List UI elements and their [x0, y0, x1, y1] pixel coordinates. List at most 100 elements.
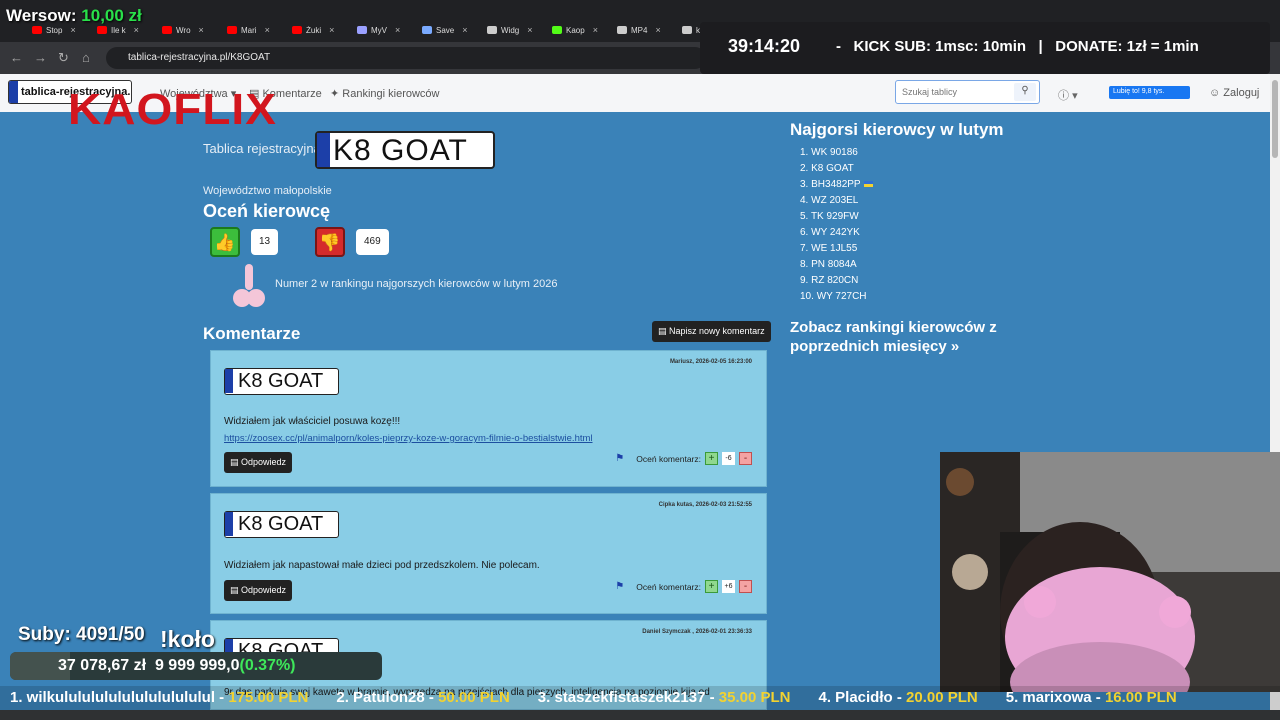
tab-label: Mari	[241, 25, 257, 35]
rank-number: 3.	[800, 179, 812, 190]
worst-driver-item[interactable]: 7. WE 1JL55	[800, 243, 873, 259]
upvote-comment-button[interactable]: +	[705, 580, 718, 593]
tab-label: Stop	[46, 25, 63, 35]
comment-meta: Cipka kutas, 2026-02-03 21:52:55	[658, 502, 752, 508]
browser-tab[interactable]: Mari ×	[223, 20, 274, 40]
worst-driver-item[interactable]: 6. WY 242YK	[800, 227, 873, 243]
upvote-comment-button[interactable]: +	[705, 452, 718, 465]
tab-favicon-icon	[682, 26, 692, 34]
browser-tab[interactable]: Save ×	[418, 20, 472, 40]
up-vote-count: 13	[251, 229, 279, 255]
worst-driver-item[interactable]: 5. TK 929FW	[800, 211, 873, 227]
worst-driver-item[interactable]: 4. WZ 203EL	[800, 195, 873, 211]
close-tab-icon[interactable]: ×	[395, 25, 400, 35]
login-label: Zaloguj	[1223, 87, 1260, 99]
thumbs-up-button[interactable]: 👍	[210, 227, 240, 257]
rank-number: 10.	[800, 291, 817, 302]
rank-number: 4.	[800, 195, 812, 206]
license-plate-number: K8 GOAT	[333, 134, 468, 167]
ranking-position-text: Numer 2 w rankingu najgorszych kierowców…	[275, 278, 558, 290]
close-tab-icon[interactable]: ×	[655, 25, 660, 35]
down-vote-count: 469	[356, 229, 389, 255]
plate-number: TK 929FW	[810, 211, 859, 222]
comment-rating: ⚑ Oceń komentarz: + +6 -	[615, 580, 752, 593]
home-icon[interactable]: ⌂	[82, 50, 90, 65]
donor-entry: 5. marixowa - 16.00 PLN	[1006, 689, 1177, 706]
wersow-label: Wersow:	[6, 6, 77, 25]
report-flag-icon[interactable]: ⚑	[615, 453, 624, 464]
donor-name: 1. wilkulululululululululululul -	[10, 689, 225, 706]
search-box: ⚲	[895, 80, 1040, 104]
webcam-feed	[940, 452, 1280, 692]
search-icon: ⚲	[1021, 85, 1029, 96]
reply-button[interactable]: ▤ Odpowiedz	[224, 452, 293, 473]
comment-icon: ▤	[230, 585, 239, 595]
tab-favicon-icon	[292, 26, 302, 34]
sparkle-icon: ✦	[330, 88, 340, 100]
tab-favicon-icon	[227, 26, 237, 34]
browser-tab[interactable]: Wro ×	[158, 20, 208, 40]
worst-driver-item[interactable]: 3. BH3482PP	[800, 179, 873, 195]
close-tab-icon[interactable]: ×	[265, 25, 270, 35]
help-dropdown[interactable]: ⓘ ▾	[1058, 87, 1078, 103]
tab-label: Kaop	[566, 25, 585, 35]
donor-entry: 2. Patulon28 - 50.00 PLN	[336, 689, 509, 706]
downvote-comment-button[interactable]: -	[739, 452, 752, 465]
browser-tab[interactable]: MyV ×	[353, 20, 404, 40]
worst-driver-item[interactable]: 1. WK 90186	[800, 147, 873, 163]
eu-strip	[225, 369, 233, 393]
donor-name: 3. staszekfistaszek2137 -	[537, 689, 715, 706]
wersow-amount: 10,00 zł	[81, 6, 142, 25]
browser-tab[interactable]: Żuki ×	[288, 20, 338, 40]
search-button[interactable]: ⚲	[1014, 83, 1036, 101]
browser-tab[interactable]: Widg ×	[483, 20, 537, 40]
worst-driver-item[interactable]: 9. RZ 820CN	[800, 275, 873, 291]
url-text: tablica-rejestracyjna.pl/K8GOAT	[128, 52, 271, 63]
thumbs-down-button[interactable]: 👎	[315, 227, 345, 257]
previous-rankings-link[interactable]: Zobacz rankingi kierowców z poprzednich …	[790, 318, 1040, 356]
reload-icon[interactable]: ↻	[58, 50, 69, 66]
rank-number: 7.	[800, 243, 812, 254]
report-flag-icon[interactable]: ⚑	[615, 581, 624, 592]
close-tab-icon[interactable]: ×	[593, 25, 598, 35]
wheel-command: !koło	[160, 626, 215, 652]
facebook-like-button[interactable]: Lubię to! 9,8 tys.	[1109, 86, 1190, 99]
downvote-comment-button[interactable]: -	[739, 580, 752, 593]
close-tab-icon[interactable]: ×	[329, 25, 334, 35]
thumbs-up-icon: 👍	[214, 233, 236, 252]
wersow-donation-overlay: Wersow: 10,00 zł	[6, 6, 142, 26]
plate-number: WK 90186	[811, 147, 858, 158]
scrollbar-thumb[interactable]	[1272, 80, 1278, 158]
new-comment-button[interactable]: ▤ Napisz nowy komentarz	[652, 321, 771, 342]
back-icon[interactable]: ←	[10, 50, 23, 65]
login-link[interactable]: ☺ Zaloguj	[1209, 87, 1259, 99]
close-tab-icon[interactable]: ×	[527, 25, 532, 35]
comment-score: -6	[722, 452, 735, 465]
chevron-down-icon: ▾	[1072, 90, 1078, 102]
comment-link[interactable]: https://zoosex.cc/pl/animalporn/koles-pi…	[224, 433, 593, 444]
close-tab-icon[interactable]: ×	[462, 25, 467, 35]
nav-rankingi[interactable]: ✦ Rankingi kierowców	[330, 87, 440, 100]
donor-amount: 20.00 PLN	[906, 689, 978, 706]
close-tab-icon[interactable]: ×	[70, 25, 75, 35]
taskbar-strip	[0, 710, 1280, 720]
webcam-image	[940, 452, 1280, 692]
comment-meta: Mariusz, 2026-02-05 16:23:00	[669, 359, 752, 365]
voivodeship-text: Województwo małopolskie	[203, 185, 332, 197]
forward-icon[interactable]: →	[34, 50, 47, 65]
worst-driver-item[interactable]: 10. WY 727CH	[800, 291, 873, 307]
donor-amount: 16.00 PLN	[1104, 689, 1177, 706]
rank-number: 1.	[800, 147, 812, 158]
browser-tab[interactable]: MP4 ×	[613, 20, 665, 40]
worst-driver-item[interactable]: 2. K8 GOAT	[800, 163, 873, 179]
close-tab-icon[interactable]: ×	[134, 25, 139, 35]
tab-favicon-icon	[162, 26, 172, 34]
browser-tab[interactable]: Kaop ×	[548, 20, 602, 40]
reply-button[interactable]: ▤ Odpowiedz	[224, 580, 293, 601]
close-tab-icon[interactable]: ×	[199, 25, 204, 35]
plate-number: WZ 203EL	[811, 195, 859, 206]
search-input[interactable]	[898, 83, 1010, 101]
donor-entry: 3. staszekfistaszek2137 - 35.00 PLN	[538, 689, 791, 706]
url-input[interactable]: tablica-rejestracyjna.pl/K8GOAT	[106, 47, 706, 69]
worst-driver-item[interactable]: 8. PN 8084A	[800, 259, 873, 275]
